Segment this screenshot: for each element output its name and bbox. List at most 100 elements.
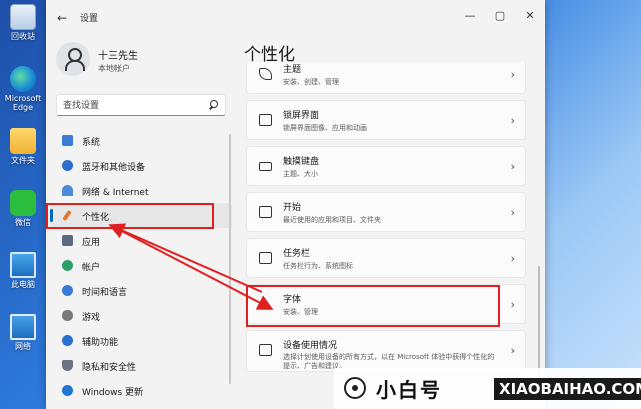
start-icon bbox=[259, 206, 272, 218]
sidebar-item-bluetooth[interactable]: 蓝牙和其他设备 bbox=[50, 153, 232, 178]
desktop-icon-label: 此电脑 bbox=[11, 280, 35, 289]
card-title: 锁屏界面 bbox=[283, 111, 320, 121]
desktop-network[interactable]: 网络 bbox=[2, 314, 44, 351]
card-start[interactable]: 开始 最近使用的应用和项目、文件夹 › bbox=[246, 192, 526, 232]
card-device-usage[interactable]: 设备使用情况 选择计划使用设备的所有方式，以在 Microsoft 体验中获得个… bbox=[246, 330, 526, 372]
card-subtitle: 锁屏界面图像、应用和动画 bbox=[283, 124, 367, 132]
globe-clock-icon bbox=[62, 285, 73, 296]
card-title: 开始 bbox=[283, 203, 302, 213]
title-bar: ← 设置 — ▢ ✕ bbox=[46, 0, 545, 36]
desktop-icon-label: 文件夹 bbox=[11, 156, 35, 165]
watermark-brand: 小白号 bbox=[376, 378, 442, 402]
chevron-right-icon: › bbox=[510, 252, 515, 265]
computer-icon bbox=[10, 252, 36, 278]
sidebar-scrollbar[interactable] bbox=[229, 134, 231, 384]
window-title: 设置 bbox=[80, 14, 99, 24]
sidebar-nav: 系统 蓝牙和其他设备 网络 & Internet 个性化 应用 帐户 时间和语言… bbox=[50, 128, 232, 403]
chevron-right-icon: › bbox=[510, 160, 515, 173]
card-title: 设备使用情况 bbox=[283, 341, 338, 351]
sidebar-item-windows-update[interactable]: Windows 更新 bbox=[50, 378, 232, 403]
settings-list: 主题 安装、创建、管理 › 锁屏界面 锁屏界面图像、应用和动画 › 触摸键盘 主… bbox=[246, 62, 526, 409]
chevron-right-icon: › bbox=[510, 206, 515, 219]
sidebar-item-accounts[interactable]: 帐户 bbox=[50, 253, 232, 278]
sidebar-item-time-language[interactable]: 时间和语言 bbox=[50, 278, 232, 303]
keyboard-icon bbox=[259, 162, 272, 171]
desktop-icon-label: 回收站 bbox=[11, 32, 35, 41]
account-type: 本地帐户 bbox=[98, 64, 130, 73]
avatar bbox=[56, 42, 90, 76]
update-icon bbox=[62, 385, 73, 396]
gamepad-icon bbox=[62, 310, 73, 321]
desktop-icons: 回收站 Microsoft Edge 文件夹 微信 此电脑 网络 bbox=[0, 0, 44, 409]
sidebar-item-label: 系统 bbox=[82, 138, 101, 148]
user-profile[interactable]: 十三先生 本地帐户 bbox=[56, 42, 226, 82]
sidebar-item-label: 网络 & Internet bbox=[82, 188, 149, 198]
main-content: 个性化 主题 安装、创建、管理 › 锁屏界面 锁屏界面图像、应用和动画 › 触摸… bbox=[236, 36, 545, 409]
sidebar-item-label: 帐户 bbox=[82, 263, 101, 273]
sidebar-item-label: 辅助功能 bbox=[82, 338, 119, 348]
shield-icon bbox=[62, 360, 73, 371]
sidebar-item-privacy[interactable]: 隐私和安全性 bbox=[50, 353, 232, 378]
card-title: 任务栏 bbox=[283, 249, 311, 259]
wifi-icon bbox=[62, 185, 73, 196]
bluetooth-icon bbox=[62, 160, 73, 171]
card-lock-screen[interactable]: 锁屏界面 锁屏界面图像、应用和动画 › bbox=[246, 100, 526, 140]
desktop-icon-label: 网络 bbox=[15, 342, 31, 351]
wechat-icon bbox=[10, 190, 36, 216]
watermark-bar: 小白号 XIAOBAIHAO.COM bbox=[334, 368, 641, 409]
edge-icon bbox=[10, 66, 36, 92]
sidebar-item-accessibility[interactable]: 辅助功能 bbox=[50, 328, 232, 353]
system-icon bbox=[62, 135, 73, 146]
card-subtitle: 主题、大小 bbox=[283, 170, 318, 178]
theme-icon bbox=[259, 68, 272, 80]
broadcast-icon bbox=[344, 377, 366, 399]
card-themes[interactable]: 主题 安装、创建、管理 › bbox=[246, 62, 526, 94]
chevron-right-icon: › bbox=[510, 298, 515, 311]
maximize-button[interactable]: ▢ bbox=[485, 4, 515, 28]
desktop-recycle-bin[interactable]: 回收站 bbox=[2, 4, 44, 41]
card-subtitle: 安装、创建、管理 bbox=[283, 78, 339, 86]
sidebar-item-gaming[interactable]: 游戏 bbox=[50, 303, 232, 328]
sidebar-item-label: 游戏 bbox=[82, 313, 101, 323]
device-usage-icon bbox=[259, 344, 272, 356]
network-icon bbox=[10, 314, 36, 340]
sidebar-item-system[interactable]: 系统 bbox=[50, 128, 232, 153]
sidebar-item-label: 蓝牙和其他设备 bbox=[82, 163, 146, 173]
apps-icon bbox=[62, 235, 73, 246]
card-title: 主题 bbox=[283, 65, 302, 75]
taskbar-icon bbox=[259, 252, 272, 264]
desktop-icon-label: 微信 bbox=[15, 218, 31, 227]
account-icon bbox=[62, 260, 73, 271]
back-button[interactable]: ← bbox=[54, 10, 70, 26]
chevron-right-icon: › bbox=[510, 68, 515, 81]
chevron-right-icon: › bbox=[510, 344, 515, 357]
minimize-button[interactable]: — bbox=[455, 4, 485, 28]
card-taskbar[interactable]: 任务栏 任务栏行为、系统图标 › bbox=[246, 238, 526, 278]
sidebar-item-network[interactable]: 网络 & Internet bbox=[50, 178, 232, 203]
user-icon bbox=[65, 48, 85, 71]
window-controls: — ▢ ✕ bbox=[455, 4, 545, 28]
search-input[interactable] bbox=[63, 98, 203, 113]
sidebar-item-label: Windows 更新 bbox=[82, 388, 144, 398]
card-title: 触摸键盘 bbox=[283, 157, 320, 167]
desktop-edge[interactable]: Microsoft Edge bbox=[2, 66, 44, 112]
search-icon[interactable] bbox=[208, 100, 218, 110]
sidebar-item-apps[interactable]: 应用 bbox=[50, 228, 232, 253]
card-subtitle: 任务栏行为、系统图标 bbox=[283, 262, 353, 270]
desktop-this-pc[interactable]: 此电脑 bbox=[2, 252, 44, 289]
search-box bbox=[56, 94, 226, 116]
close-button[interactable]: ✕ bbox=[515, 4, 545, 28]
recycle-bin-icon bbox=[10, 4, 36, 30]
desktop-wechat[interactable]: 微信 bbox=[2, 190, 44, 227]
highlight-personalization bbox=[46, 203, 214, 229]
sidebar-item-label: 应用 bbox=[82, 238, 101, 248]
desktop-folder[interactable]: 文件夹 bbox=[2, 128, 44, 165]
card-touch-keyboard[interactable]: 触摸键盘 主题、大小 › bbox=[246, 146, 526, 186]
desktop-icon-label: Microsoft Edge bbox=[4, 94, 42, 112]
sidebar-item-label: 隐私和安全性 bbox=[82, 363, 137, 373]
sidebar-item-label: 时间和语言 bbox=[82, 288, 128, 298]
card-subtitle: 最近使用的应用和项目、文件夹 bbox=[283, 216, 381, 224]
user-name: 十三先生 bbox=[98, 51, 138, 62]
chevron-right-icon: › bbox=[510, 114, 515, 127]
folder-icon bbox=[10, 128, 36, 154]
